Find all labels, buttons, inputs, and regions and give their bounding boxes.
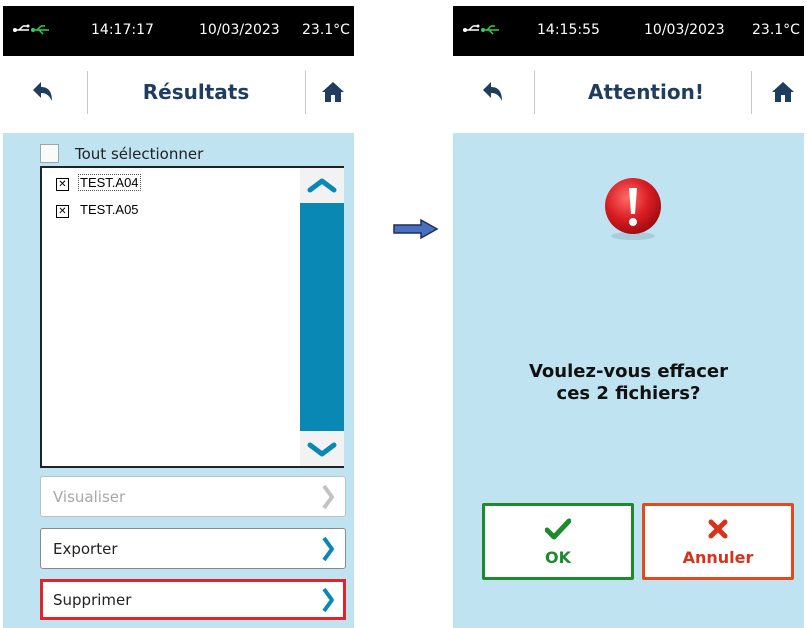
status-bar: 14:17:17 10/03/2023 23.1°C [3, 6, 354, 56]
warning-icon [603, 176, 663, 246]
exporter-label: Exporter [53, 540, 118, 558]
divider [751, 71, 752, 114]
checked-box-icon[interactable]: ✕ [56, 178, 69, 191]
chevron-right-icon [321, 484, 335, 514]
checked-box-icon[interactable]: ✕ [56, 205, 69, 218]
chevron-up-icon [307, 178, 337, 193]
back-arrow-icon[interactable] [481, 80, 505, 108]
title-bar: Attention! [453, 56, 804, 133]
file-name: TEST.A04 [78, 174, 141, 191]
clock-time: 14:15:55 [537, 22, 600, 38]
divider [305, 71, 306, 114]
scrollbar[interactable] [300, 168, 344, 466]
ok-button[interactable]: OK [482, 503, 634, 580]
confirm-dialog-screen: 14:15:55 10/03/2023 23.1°C Attention! Vo… [453, 6, 804, 628]
ok-label: OK [545, 548, 571, 567]
confirm-message: Voulez-vous effacer ces 2 fichiers? [453, 361, 804, 405]
transition-arrow-icon [393, 218, 439, 244]
results-panel: Tout sélectionner ✕ TEST.A04 ✕ TEST.A05 … [3, 133, 354, 628]
checkbox-empty-icon [40, 144, 59, 163]
visualiser-button[interactable]: Visualiser [40, 476, 346, 517]
chevron-down-icon [307, 442, 337, 457]
home-icon[interactable] [771, 80, 795, 108]
file-name: TEST.A05 [80, 202, 139, 217]
dialog-panel: Voulez-vous effacer ces 2 fichiers? OK A… [453, 133, 804, 628]
visualiser-label: Visualiser [53, 488, 126, 506]
title-bar: Résultats [3, 56, 354, 133]
message-line: ces 2 fichiers? [556, 383, 701, 404]
usb-icon [463, 23, 503, 41]
message-line: Voulez-vous effacer [528, 361, 729, 382]
scroll-up-button[interactable] [300, 168, 344, 203]
page-title: Résultats [142, 80, 250, 104]
file-list: ✕ TEST.A04 ✕ TEST.A05 [40, 166, 344, 468]
chevron-right-icon [321, 536, 335, 566]
usb-icon [13, 23, 53, 41]
divider [534, 71, 535, 114]
home-icon[interactable] [321, 80, 345, 108]
back-arrow-icon[interactable] [31, 80, 55, 108]
clock-time: 14:17:17 [91, 22, 154, 38]
cancel-button[interactable]: Annuler [642, 503, 794, 580]
supprimer-button[interactable]: Supprimer [40, 579, 346, 620]
cancel-label: Annuler [682, 548, 754, 567]
results-screen: 14:17:17 10/03/2023 23.1°C Résultats Tou… [3, 6, 354, 628]
chevron-right-icon [321, 587, 335, 617]
checkmark-icon [485, 518, 631, 544]
exporter-button[interactable]: Exporter [40, 528, 346, 569]
scroll-down-button[interactable] [300, 431, 344, 466]
supprimer-label: Supprimer [53, 591, 132, 609]
status-bar: 14:15:55 10/03/2023 23.1°C [453, 6, 804, 56]
temperature: 23.1°C [752, 22, 800, 38]
dialog-title: Attention! [588, 80, 704, 104]
date: 10/03/2023 [644, 22, 725, 38]
date: 10/03/2023 [199, 22, 280, 38]
temperature: 23.1°C [302, 22, 350, 38]
close-icon [645, 518, 791, 544]
select-all-label[interactable]: Tout sélectionner [75, 145, 203, 163]
